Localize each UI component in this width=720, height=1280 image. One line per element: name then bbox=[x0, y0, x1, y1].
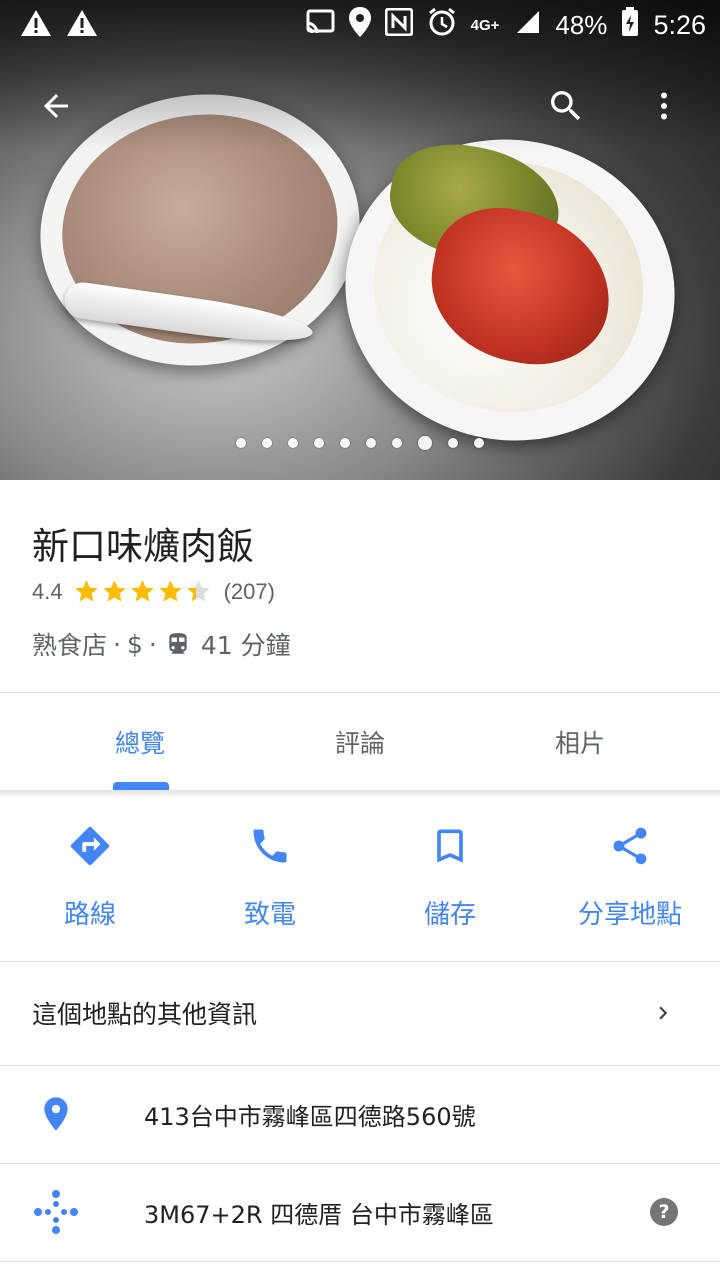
place-tabs: 總覽 評論 相片 bbox=[0, 694, 720, 790]
cast-icon bbox=[305, 9, 335, 42]
rating-value: 4.4 bbox=[32, 578, 63, 604]
directions-button[interactable]: 路線 bbox=[0, 800, 180, 960]
save-button[interactable]: 儲存 bbox=[360, 800, 540, 960]
more-info-row[interactable]: 這個地點的其他資訊 bbox=[0, 962, 720, 1064]
transit-time: 41 分鐘 bbox=[200, 631, 291, 660]
more-options-button[interactable] bbox=[640, 82, 688, 130]
back-button[interactable] bbox=[32, 82, 80, 130]
place-name: 新口味爌肉飯 bbox=[32, 525, 254, 568]
share-icon bbox=[606, 822, 654, 870]
status-bar: 4G+ 48% 5:26 bbox=[0, 0, 720, 50]
clock: 5:26 bbox=[653, 9, 706, 40]
more-info-label: 這個地點的其他資訊 bbox=[32, 1000, 258, 1029]
phone-icon bbox=[246, 822, 294, 870]
page-dot-active bbox=[418, 436, 432, 450]
directions-icon bbox=[66, 822, 114, 870]
braised-pork-rice-image bbox=[321, 113, 699, 467]
page-dot bbox=[448, 438, 458, 448]
active-tab-indicator bbox=[113, 782, 169, 790]
photo-page-indicator bbox=[236, 436, 484, 450]
place-photo[interactable] bbox=[0, 0, 720, 480]
warning-icon bbox=[66, 9, 98, 41]
search-button[interactable] bbox=[542, 82, 590, 130]
page-dot bbox=[262, 438, 272, 448]
network-type: 4G+ bbox=[470, 16, 500, 34]
warning-icon bbox=[20, 9, 52, 41]
location-icon bbox=[348, 6, 371, 44]
call-label: 致電 bbox=[243, 900, 296, 930]
train-icon bbox=[165, 630, 191, 658]
rating-row[interactable]: 4.4 (207) bbox=[32, 578, 275, 605]
tabs-shadow bbox=[0, 790, 720, 798]
star-icon bbox=[74, 580, 98, 602]
star-icon bbox=[102, 580, 126, 602]
divider bbox=[0, 1261, 720, 1262]
star-icon bbox=[186, 580, 210, 602]
price-level: $ bbox=[126, 629, 143, 659]
divider bbox=[0, 692, 720, 693]
page-dot bbox=[392, 438, 402, 448]
page-dot bbox=[288, 438, 298, 448]
separator-dot: · bbox=[148, 629, 157, 659]
arrow-back-icon bbox=[44, 94, 68, 118]
page-dot bbox=[474, 438, 484, 448]
review-count: (207) bbox=[223, 578, 275, 604]
nfc-icon bbox=[384, 7, 414, 43]
tab-reviews[interactable]: 評論 bbox=[280, 694, 440, 790]
star-icon bbox=[130, 580, 154, 602]
signal-icon bbox=[513, 9, 541, 42]
chevron-right-icon bbox=[650, 1000, 676, 1032]
place-category: 熟食店 bbox=[32, 631, 108, 660]
call-button[interactable]: 致電 bbox=[180, 800, 360, 960]
share-button[interactable]: 分享地點 bbox=[540, 800, 720, 960]
more-vert-icon bbox=[661, 92, 667, 120]
directions-label: 路線 bbox=[63, 900, 116, 930]
action-bar: 路線 致電 儲存 分享地點 bbox=[0, 800, 720, 960]
share-label: 分享地點 bbox=[577, 900, 682, 930]
plus-code-text: 3M67+2R 四德厝 台中市霧峰區 bbox=[144, 1200, 494, 1229]
page-dot bbox=[236, 438, 246, 448]
address-row[interactable]: 413台中市霧峰區四德路560號 bbox=[0, 1066, 720, 1162]
save-label: 儲存 bbox=[423, 900, 476, 930]
address-text: 413台中市霧峰區四德路560號 bbox=[144, 1102, 476, 1131]
plus-code-row[interactable]: 3M67+2R 四德厝 台中市霧峰區 ? bbox=[0, 1164, 720, 1260]
plus-code-icon bbox=[30, 1186, 82, 1238]
separator-dot: · bbox=[113, 629, 121, 659]
location-pin-icon bbox=[30, 1088, 82, 1140]
star-icon bbox=[158, 580, 182, 602]
battery-percent: 48% bbox=[555, 9, 608, 40]
rating-stars bbox=[73, 578, 212, 605]
page-dot bbox=[366, 438, 376, 448]
tab-photos[interactable]: 相片 bbox=[440, 694, 720, 790]
help-icon[interactable]: ? bbox=[650, 1198, 678, 1226]
page-dot bbox=[340, 438, 350, 448]
alarm-icon bbox=[427, 7, 457, 44]
page-dot bbox=[314, 438, 324, 448]
tab-overview[interactable]: 總覽 bbox=[0, 694, 280, 790]
search-icon bbox=[551, 91, 581, 121]
place-meta: 熟食店 · $ · 41 分鐘 bbox=[32, 626, 291, 662]
bookmark-icon bbox=[426, 822, 474, 870]
battery-icon bbox=[621, 6, 639, 44]
